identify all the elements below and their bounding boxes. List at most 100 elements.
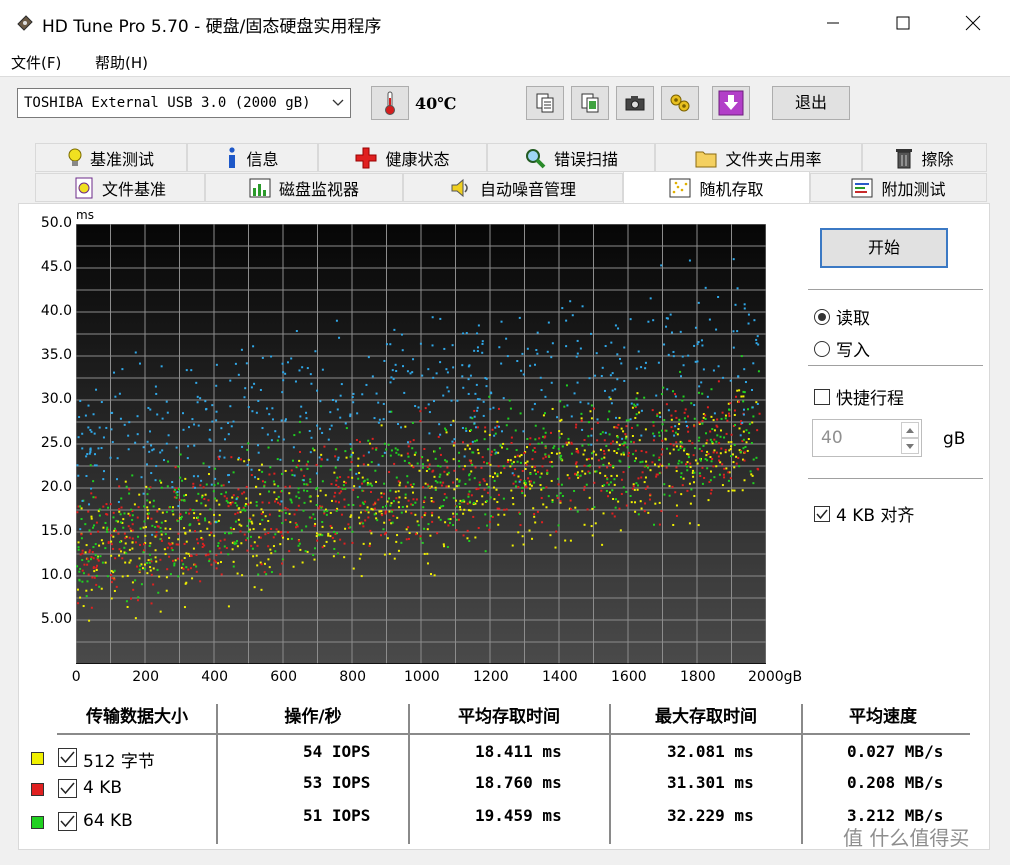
- screenshot-button[interactable]: [616, 86, 654, 120]
- scatter-point: [468, 473, 471, 476]
- scatter-point: [637, 484, 640, 487]
- scatter-point: [313, 524, 316, 527]
- scatter-point: [380, 492, 383, 495]
- save-button[interactable]: [712, 86, 750, 120]
- scatter-point: [435, 372, 438, 375]
- scatter-point: [495, 451, 498, 454]
- tab-folder-usage[interactable]: 文件夹占用率: [655, 143, 862, 172]
- legend-color-512b: [31, 752, 44, 765]
- scatter-point: [214, 477, 217, 480]
- short-stroke-checkbox[interactable]: [814, 388, 830, 405]
- scatter-point: [686, 415, 689, 418]
- stroke-size-spinner[interactable]: 40: [812, 419, 922, 457]
- x-tick-label: 1400: [542, 669, 578, 685]
- scatter-point: [666, 447, 669, 450]
- temperature-button[interactable]: [371, 86, 409, 120]
- scatter-point: [414, 513, 417, 516]
- scatter-point: [240, 348, 243, 351]
- menu-file[interactable]: 文件(F): [11, 52, 61, 73]
- tab-erase[interactable]: 擦除: [862, 143, 987, 172]
- tab-disk-monitor[interactable]: 磁盘监视器: [205, 173, 403, 202]
- scatter-point: [180, 515, 183, 518]
- scatter-point: [199, 580, 202, 583]
- scatter-point: [118, 510, 121, 513]
- watermark-text: 值 什么值得买: [843, 826, 970, 850]
- read-radio[interactable]: [814, 308, 830, 325]
- scatter-point: [397, 501, 400, 504]
- row-checkbox-4kb[interactable]: [58, 779, 77, 798]
- row-checkbox-512b[interactable]: [58, 748, 77, 767]
- exit-button[interactable]: 退出: [772, 86, 850, 120]
- scatter-point: [477, 526, 480, 529]
- spin-down-button[interactable]: [901, 438, 919, 454]
- tab-info[interactable]: 信息: [187, 143, 318, 172]
- scatter-point: [620, 478, 623, 481]
- scatter-point: [488, 433, 491, 436]
- scatter-point: [474, 466, 477, 469]
- scatter-point: [449, 518, 452, 521]
- scatter-point: [88, 452, 91, 455]
- tab-noise-management[interactable]: 自动噪音管理: [403, 173, 623, 202]
- copy-button[interactable]: [526, 86, 564, 120]
- write-option[interactable]: 写入: [814, 336, 870, 361]
- scatter-point: [750, 473, 753, 476]
- scatter-point: [566, 443, 569, 446]
- align-4kb-checkbox[interactable]: [814, 505, 830, 522]
- y-tick-label: 45.0: [40, 259, 72, 275]
- tab-benchmark[interactable]: 基准测试: [35, 143, 187, 172]
- scatter-point: [368, 544, 371, 547]
- scatter-point: [711, 457, 714, 460]
- scatter-point: [734, 424, 737, 427]
- align-4kb-option[interactable]: 4 KB 对齐: [814, 501, 914, 526]
- scatter-point: [473, 409, 476, 412]
- menu-help[interactable]: 帮助(H): [95, 52, 148, 73]
- scatter-point: [688, 439, 691, 442]
- tab-file-benchmark[interactable]: 文件基准: [35, 173, 205, 202]
- tab-error-scan[interactable]: 错误扫描: [487, 143, 655, 172]
- scatter-point: [217, 458, 220, 461]
- scatter-point: [397, 490, 400, 493]
- scatter-point: [77, 541, 80, 544]
- scatter-point: [747, 313, 750, 316]
- write-radio[interactable]: [814, 340, 830, 357]
- scatter-point: [310, 382, 313, 385]
- scatter-point: [537, 442, 540, 445]
- options-button[interactable]: [661, 86, 699, 120]
- scatter-point: [159, 479, 162, 482]
- scatter-point: [736, 330, 739, 333]
- copy-screen-button[interactable]: [571, 86, 609, 120]
- scatter-point: [477, 487, 480, 490]
- row-checkbox-64kb[interactable]: [58, 812, 77, 831]
- tab-health[interactable]: 健康状态: [318, 143, 487, 172]
- scatter-point: [471, 451, 474, 454]
- scatter-point: [369, 483, 372, 486]
- short-stroke-option[interactable]: 快捷行程: [814, 384, 904, 409]
- scatter-point: [474, 440, 477, 443]
- scatter-point: [237, 456, 240, 459]
- scatter-point: [439, 518, 442, 521]
- scatter-point: [98, 514, 101, 517]
- tab-extra-tests[interactable]: 附加测试: [810, 173, 987, 202]
- scatter-point: [670, 331, 673, 334]
- scatter-point: [405, 528, 408, 531]
- read-option[interactable]: 读取: [814, 304, 870, 329]
- scatter-point: [603, 439, 606, 442]
- maximize-button[interactable]: [880, 0, 926, 46]
- scatter-point: [454, 499, 457, 502]
- start-button[interactable]: 开始: [820, 228, 948, 268]
- scatter-point: [555, 452, 558, 455]
- scatter-point: [119, 513, 122, 516]
- tab-random-access[interactable]: 随机存取: [623, 171, 810, 203]
- close-button[interactable]: [950, 0, 996, 46]
- drive-select[interactable]: TOSHIBA External USB 3.0 (2000 gB): [17, 88, 351, 118]
- scatter-point: [142, 551, 145, 554]
- scatter-point: [664, 437, 667, 440]
- scatter-point: [314, 350, 317, 353]
- spin-up-button[interactable]: [901, 422, 919, 438]
- scatter-point: [464, 448, 467, 451]
- minimize-button[interactable]: [810, 0, 856, 46]
- scatter-point: [725, 432, 728, 435]
- scatter-point: [309, 480, 312, 483]
- scatter-point: [128, 488, 131, 491]
- drive-select-value: TOSHIBA External USB 3.0 (2000 gB): [24, 95, 311, 111]
